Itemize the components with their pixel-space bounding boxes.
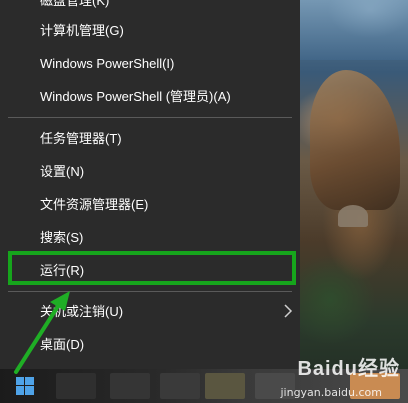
taskbar-slot[interactable] bbox=[110, 373, 150, 399]
menu-item-run[interactable]: 运行(R) bbox=[40, 262, 84, 280]
watermark-url: jingyan.baidu.com bbox=[280, 386, 382, 399]
menu-separator bbox=[8, 291, 292, 292]
taskbar-slot[interactable] bbox=[56, 373, 96, 399]
menu-item-file-explorer[interactable]: 文件资源管理器(E) bbox=[40, 196, 148, 214]
menu-item-desktop[interactable]: 桌面(D) bbox=[40, 336, 84, 354]
menu-item-settings[interactable]: 设置(N) bbox=[40, 163, 84, 181]
menu-separator bbox=[8, 117, 292, 118]
wallpaper-cliff bbox=[310, 70, 400, 210]
menu-item-disk-management[interactable]: 磁盘管理(K) bbox=[40, 0, 109, 10]
windows-logo-icon[interactable] bbox=[10, 374, 40, 398]
wallpaper-sky bbox=[300, 0, 408, 60]
menu-item-powershell[interactable]: Windows PowerShell(I) bbox=[40, 55, 174, 73]
winx-context-menu: 磁盘管理(K) 计算机管理(G) Windows PowerShell(I) W… bbox=[0, 0, 300, 369]
chevron-right-icon bbox=[284, 304, 293, 318]
watermark-logo: Baidu经验 bbox=[297, 358, 400, 380]
menu-item-search[interactable]: 搜索(S) bbox=[40, 229, 83, 247]
menu-item-shutdown-signout[interactable]: 关机或注销(U) bbox=[40, 303, 123, 321]
taskbar-slot[interactable] bbox=[160, 373, 200, 399]
taskbar-slot[interactable] bbox=[205, 373, 245, 399]
menu-item-powershell-admin[interactable]: Windows PowerShell (管理员)(A) bbox=[40, 88, 231, 106]
desktop-wallpaper bbox=[300, 0, 408, 403]
wallpaper-hut bbox=[338, 205, 368, 227]
menu-item-task-manager[interactable]: 任务管理器(T) bbox=[40, 130, 122, 148]
menu-item-computer-management[interactable]: 计算机管理(G) bbox=[40, 22, 124, 40]
